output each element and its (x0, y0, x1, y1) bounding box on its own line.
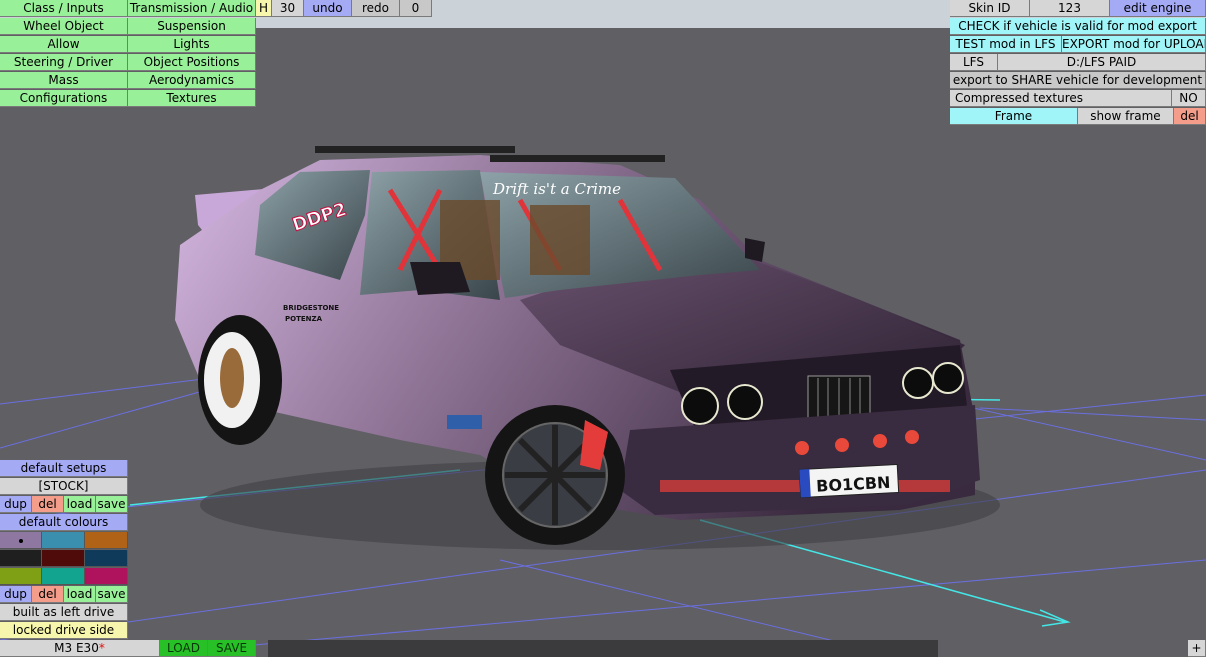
plate-eu-band (799, 469, 811, 498)
edit-engine-button[interactable]: edit engine (1110, 0, 1206, 17)
roof-rack (315, 146, 515, 153)
colour-swatch[interactable] (85, 532, 128, 549)
colour-save-button[interactable]: save (96, 586, 128, 603)
menu-class-inputs[interactable]: Class / Inputs (0, 0, 128, 17)
menu-suspension[interactable]: Suspension (128, 18, 256, 35)
setup-save-button[interactable]: save (96, 496, 128, 513)
side-logo (447, 415, 482, 429)
car-save-button[interactable]: SAVE (208, 640, 256, 657)
redo-count: 0 (400, 0, 432, 17)
colour-swatch[interactable] (42, 532, 85, 549)
menu-mass[interactable]: Mass (0, 72, 128, 89)
built-as-left-drive-toggle[interactable]: built as left drive (0, 604, 128, 621)
h-value-field[interactable]: 30 (272, 0, 304, 17)
undo-button[interactable]: undo (304, 0, 352, 17)
export-share-button[interactable]: export to SHARE vehicle for development (950, 72, 1206, 89)
menu-aerodynamics[interactable]: Aerodynamics (128, 72, 256, 89)
export-mod-button[interactable]: EXPORT mod for UPLOAD (1062, 36, 1206, 53)
h-toggle-button[interactable]: H (256, 0, 272, 17)
menu-lights[interactable]: Lights (128, 36, 256, 53)
menu-wheel-object[interactable]: Wheel Object (0, 18, 128, 35)
skin-id-field[interactable]: 123 (1030, 0, 1110, 17)
frame-delete-button[interactable]: del (1174, 108, 1206, 125)
plate-text: BO1CBN (816, 473, 891, 496)
default-colours-button[interactable]: default colours (0, 514, 128, 531)
lfs-path-field[interactable]: D:/LFS PAID (998, 54, 1206, 71)
colour-load-button[interactable]: load (64, 586, 96, 603)
show-frame-button[interactable]: show frame (1078, 108, 1174, 125)
frame-button[interactable]: Frame (950, 108, 1078, 125)
sponsor-decal-sub: POTENZA (285, 315, 323, 323)
default-setups-button[interactable]: default setups (0, 460, 128, 477)
colour-dup-button[interactable]: dup (0, 586, 32, 603)
setup-load-button[interactable]: load (64, 496, 96, 513)
light-bar (490, 155, 665, 162)
seat (530, 205, 590, 275)
setup-name-field[interactable]: [STOCK] (0, 478, 128, 495)
side-mirror (410, 262, 470, 295)
selected-marker-icon (18, 538, 23, 543)
colour-del-button[interactable]: del (32, 586, 64, 603)
colour-swatch[interactable] (42, 550, 85, 567)
menu-textures[interactable]: Textures (128, 90, 256, 107)
colour-swatch[interactable] (0, 550, 42, 567)
colour-swatch[interactable] (85, 568, 128, 585)
menu-steering-driver[interactable]: Steering / Driver (0, 54, 128, 71)
redo-button[interactable]: redo (352, 0, 400, 17)
skin-id-label: Skin ID (950, 0, 1030, 17)
status-strip (268, 640, 938, 657)
setup-del-button[interactable]: del (32, 496, 64, 513)
menu-configurations[interactable]: Configurations (0, 90, 128, 107)
car-name-field[interactable]: M3 E30* (0, 640, 160, 657)
expand-plus-button[interactable]: + (1188, 640, 1206, 657)
side-mirror (745, 238, 765, 262)
colour-swatch[interactable] (0, 532, 42, 549)
colour-swatch[interactable] (42, 568, 85, 585)
locked-drive-side-toggle[interactable]: locked drive side (0, 622, 128, 639)
car-name-text: M3 E30 (54, 641, 99, 655)
rear-rim-center (220, 348, 244, 408)
colour-swatch[interactable] (85, 550, 128, 567)
windshield-decal: Drift is't a Crime (492, 180, 621, 198)
check-valid-button[interactable]: CHECK if vehicle is valid for mod export (950, 18, 1206, 35)
compressed-textures-label: Compressed textures (950, 90, 1172, 107)
sponsor-decal: BRIDGESTONE (283, 304, 339, 312)
colour-swatch[interactable] (0, 568, 42, 585)
lfs-label: LFS (950, 54, 998, 71)
test-mod-button[interactable]: TEST mod in LFS (950, 36, 1062, 53)
modified-marker: * (98, 641, 105, 655)
compressed-textures-toggle[interactable]: NO (1172, 90, 1206, 107)
setup-dup-button[interactable]: dup (0, 496, 32, 513)
menu-transmission-audio[interactable]: Transmission / Audio (128, 0, 256, 17)
car-load-button[interactable]: LOAD (160, 640, 208, 657)
menu-allow[interactable]: Allow (0, 36, 128, 53)
menu-object-positions[interactable]: Object Positions (128, 54, 256, 71)
